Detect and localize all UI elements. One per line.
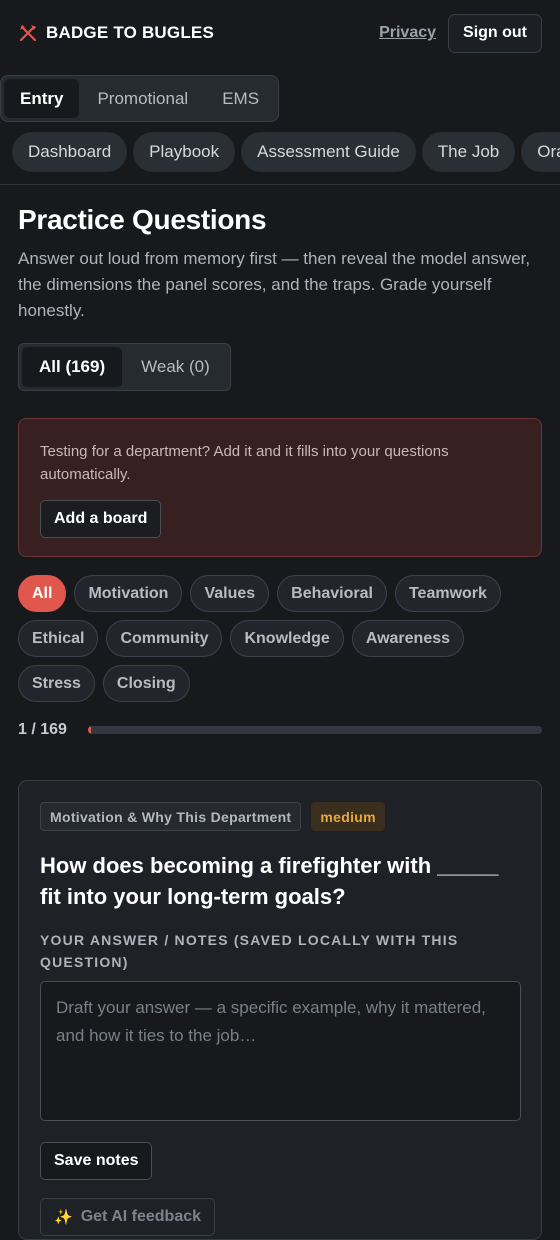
category-community[interactable]: Community — [106, 620, 223, 657]
answer-label: Your answer / notes (saved locally with … — [40, 932, 459, 970]
category-all[interactable]: All — [18, 575, 67, 612]
category-values[interactable]: Values — [190, 575, 270, 612]
progress-fill — [88, 726, 91, 734]
tab-entry[interactable]: Entry — [4, 79, 80, 118]
difficulty-badge: medium — [311, 802, 385, 831]
app-header: BADGE TO BUGLES Privacy Sign out — [0, 0, 560, 66]
category-stress[interactable]: Stress — [18, 665, 95, 702]
add-board-button[interactable]: Add a board — [40, 500, 162, 538]
progress-track — [88, 726, 542, 734]
nav-playbook[interactable]: Playbook — [133, 132, 236, 172]
track-tabs: Entry Promotional EMS — [0, 75, 280, 122]
question-category-tag: Motivation & Why This Department — [40, 802, 302, 831]
nav-the-job[interactable]: The Job — [421, 132, 516, 172]
section-nav: Dashboard Playbook Assessment Guide The … — [12, 132, 560, 174]
sparkle-icon: ✨ — [54, 1209, 73, 1226]
question-text: How does becoming a firefighter with ___… — [40, 853, 499, 909]
board-callout-text: Testing for a department? Add it and it … — [40, 443, 449, 483]
category-awareness[interactable]: Awareness — [351, 620, 465, 657]
privacy-link[interactable]: Privacy — [379, 24, 436, 42]
nav-dashboard[interactable]: Dashboard — [12, 132, 128, 172]
tab-promotional[interactable]: Promotional — [81, 79, 204, 118]
crossed-axes-icon — [18, 23, 38, 43]
add-board-callout: Testing for a department? Add it and it … — [18, 418, 542, 557]
sign-out-button[interactable]: Sign out — [448, 13, 542, 53]
category-ethical[interactable]: Ethical — [18, 620, 99, 657]
nav-assessment-guide[interactable]: Assessment Guide — [241, 132, 416, 172]
brand[interactable]: BADGE TO BUGLES — [18, 23, 214, 43]
ai-feedback-label: Get AI feedback — [80, 1208, 202, 1225]
save-notes-button[interactable]: Save notes — [40, 1142, 153, 1180]
nav-oral[interactable]: Oral — [521, 132, 560, 172]
question-card: Motivation & Why This Department medium … — [18, 780, 542, 1240]
category-filters: All Motivation Values Behavioral Teamwor… — [18, 575, 542, 702]
header-divider — [0, 184, 560, 185]
page-description: Answer out loud from memory first — then… — [18, 249, 531, 320]
brand-name: BADGE TO BUGLES — [46, 23, 214, 42]
progress-label: 1 / 169 — [18, 721, 67, 738]
tab-ems[interactable]: EMS — [206, 79, 275, 118]
category-knowledge[interactable]: Knowledge — [230, 620, 344, 657]
ai-feedback-button[interactable]: ✨ Get AI feedback — [40, 1198, 216, 1236]
filter-all[interactable]: All (169) — [22, 347, 123, 387]
filter-weak[interactable]: Weak (0) — [124, 347, 227, 387]
answer-notes-field[interactable] — [40, 981, 521, 1121]
category-teamwork[interactable]: Teamwork — [394, 575, 501, 612]
page-title: Practice Questions — [18, 204, 267, 235]
question-progress: 1 / 169 — [18, 719, 542, 741]
category-closing[interactable]: Closing — [102, 665, 190, 702]
category-motivation[interactable]: Motivation — [74, 575, 183, 612]
category-behavioral[interactable]: Behavioral — [277, 575, 387, 612]
question-filter-tabs: All (169) Weak (0) — [18, 343, 231, 391]
